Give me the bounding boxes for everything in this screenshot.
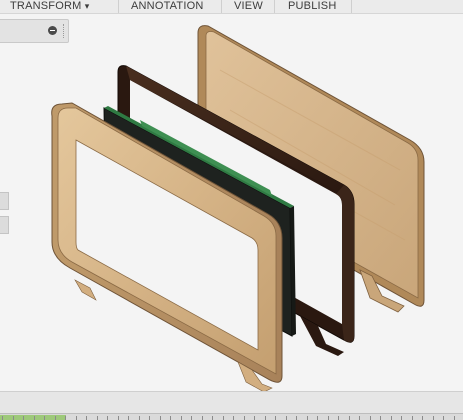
timeline-tick: [275, 416, 276, 420]
timeline-tick: [54, 416, 56, 420]
toolbar-separator: [221, 0, 222, 13]
timeline-tick: [285, 416, 287, 420]
transform-menu[interactable]: TRANSFORM ▾: [10, 0, 89, 13]
timeline-tick: [411, 416, 413, 420]
grip-dots-icon[interactable]: [63, 24, 66, 38]
timeline-tick: [212, 416, 213, 420]
side-panel-tab[interactable]: [0, 216, 9, 234]
timeline-tick: [44, 416, 45, 420]
toolbar-separator: [351, 0, 352, 13]
timeline-tick: [170, 416, 171, 420]
timeline-tick: [422, 416, 423, 420]
timeline-tick: [201, 416, 203, 420]
chevron-down-icon: ▾: [84, 1, 90, 11]
timeline-tick: [306, 416, 308, 420]
timeline-tick: [264, 416, 266, 420]
timeline-tick: [159, 416, 161, 420]
timeline-tick: [296, 416, 297, 420]
timeline-tick: [453, 416, 455, 420]
timeline-tick: [369, 416, 371, 420]
timeline-tick: [117, 416, 119, 420]
publish-menu[interactable]: PUBLISH: [288, 0, 336, 13]
toolbar-separator: [274, 0, 275, 13]
timeline-tick: [401, 416, 402, 420]
timeline-tick: [380, 416, 381, 420]
toolbar: TRANSFORM ▾ ANNOTATION VIEW PUBLISH: [0, 0, 463, 14]
timeline-tick: [180, 416, 182, 420]
timeline-tick: [432, 416, 434, 420]
timeline-tick: [338, 416, 339, 420]
toolbar-separator: [118, 0, 119, 13]
timeline-tick: [327, 416, 329, 420]
timeline-tick: [65, 416, 66, 420]
view-menu-label: VIEW: [234, 0, 263, 12]
timeline-tick: [443, 416, 444, 420]
timeline-tick: [254, 416, 255, 420]
timeline-tick: [128, 416, 129, 420]
timeline-tick: [75, 416, 77, 420]
timeline-tick: [233, 416, 234, 420]
view-menu[interactable]: VIEW: [234, 0, 263, 13]
side-panel-tab[interactable]: [0, 192, 9, 210]
publish-menu-label: PUBLISH: [288, 0, 337, 12]
timeline-tick: [86, 416, 87, 420]
timeline-tick: [317, 416, 318, 420]
minus-circle-icon[interactable]: [48, 26, 57, 35]
timeline-tick: [191, 416, 192, 420]
timeline-tick: [222, 416, 224, 420]
annotation-menu-label: ANNOTATION: [131, 0, 204, 12]
timeline-tick: [107, 416, 108, 420]
timeline-tick: [2, 416, 3, 420]
timeline-tick: [12, 416, 14, 420]
timeline-tick: [243, 416, 245, 420]
model-render: [51, 25, 425, 393]
timeline-tick: [390, 416, 392, 420]
timeline-tick: [138, 416, 140, 420]
timeline-tick: [359, 416, 360, 420]
timeline-tick: [33, 416, 35, 420]
browser-panel[interactable]: [0, 19, 69, 43]
transform-menu-label: TRANSFORM: [10, 0, 82, 12]
timeline-tick: [149, 416, 150, 420]
timeline-tick: [23, 416, 24, 420]
timeline-tick: [348, 416, 350, 420]
canvas-viewport[interactable]: [0, 14, 463, 393]
timeline-tick: [96, 416, 98, 420]
annotation-menu[interactable]: ANNOTATION: [131, 0, 203, 13]
bottom-bar: [0, 391, 463, 420]
